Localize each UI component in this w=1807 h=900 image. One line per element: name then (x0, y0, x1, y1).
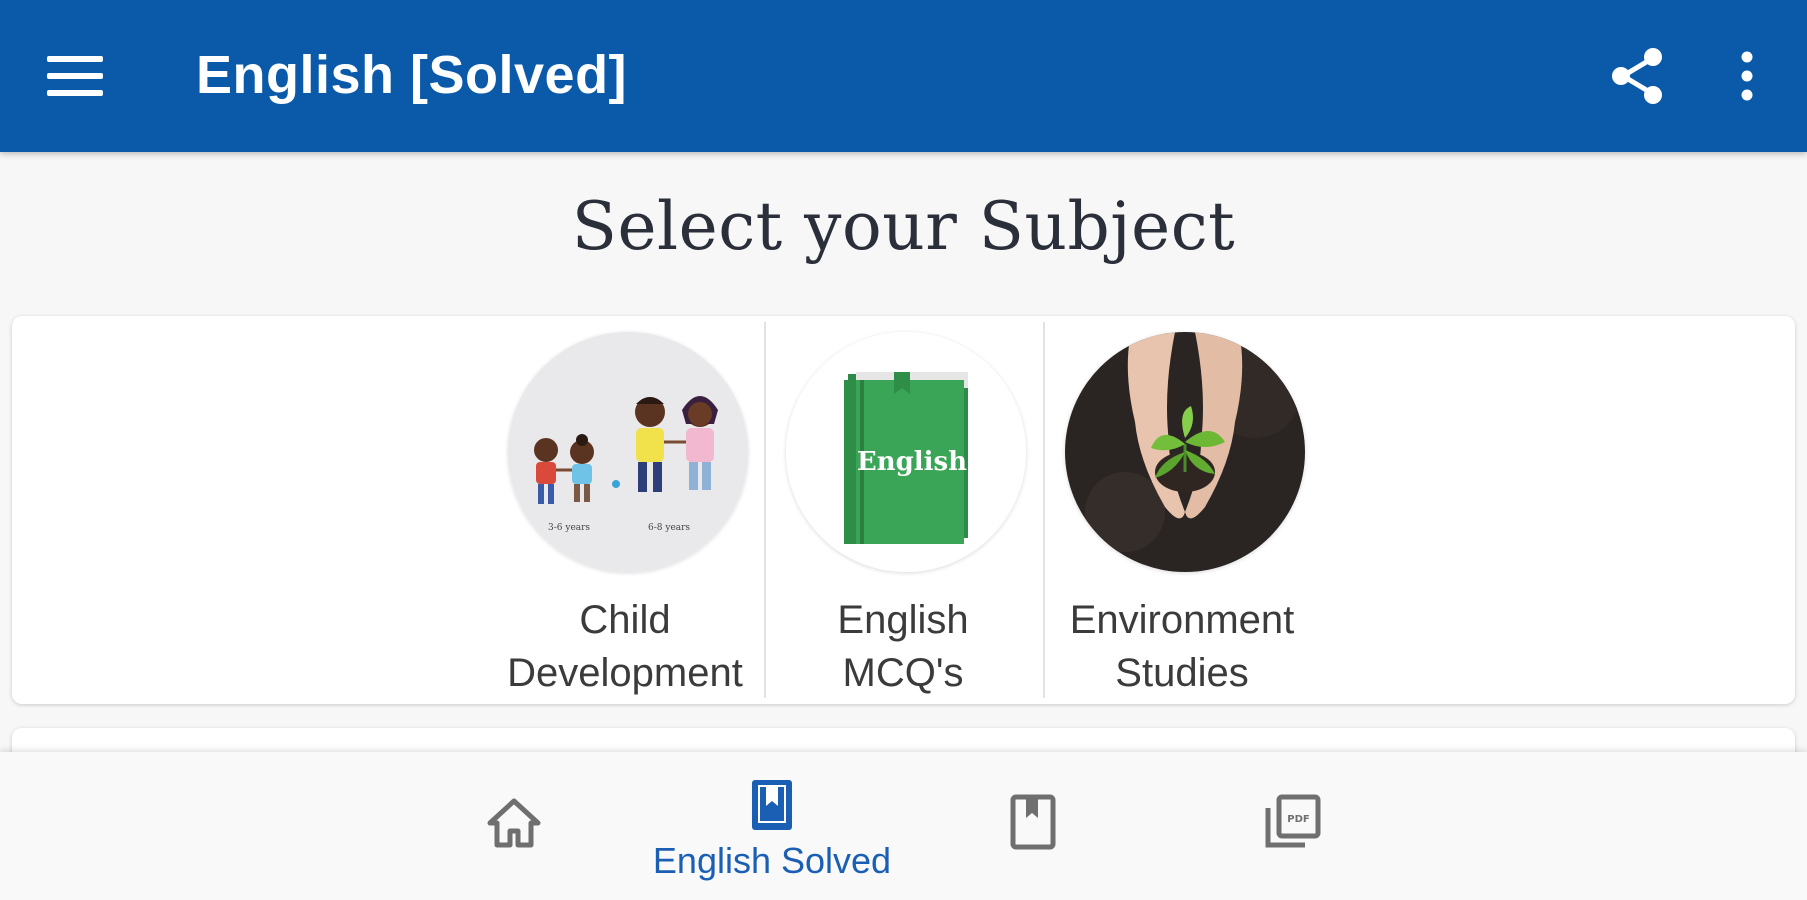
svg-text:3-6 years: 3-6 years (548, 523, 590, 533)
home-icon (487, 798, 541, 848)
child-development-image: 3-6 years 6-8 years (508, 332, 748, 572)
nav-pdf[interactable]: PDF (1222, 752, 1362, 900)
bookmark-book-icon (752, 780, 792, 830)
page-heading: Select your Subject (571, 188, 1236, 265)
more-options-button[interactable] (1712, 36, 1782, 116)
subject-label: English MCQ's (837, 598, 969, 695)
share-button[interactable] (1592, 36, 1682, 116)
subject-child-development[interactable]: 3-6 years 6-8 years Child Development (487, 332, 763, 702)
app-bar: English [Solved] (0, 0, 1807, 152)
share-icon (1612, 48, 1662, 104)
subject-label: Child Development (507, 598, 743, 695)
book-icon (1010, 794, 1056, 850)
subject-english-mcqs[interactable]: English English MCQ's (765, 332, 1041, 702)
environment-image (1065, 332, 1305, 572)
subject-label: Environment Studies (1069, 598, 1295, 695)
nav-english-solved[interactable]: English Solved (632, 752, 912, 900)
svg-text:PDF: PDF (1287, 814, 1309, 825)
hamburger-menu-icon (47, 56, 103, 96)
english-book-image: English (786, 332, 1026, 572)
svg-text:6-8 years: 6-8 years (648, 523, 690, 533)
nav-home[interactable] (444, 752, 584, 900)
bottom-navigation: English Solved PDF (0, 752, 1807, 900)
nav-label-english-solved: English Solved (652, 840, 892, 881)
nav-book[interactable] (963, 752, 1103, 900)
pdf-icon: PDF (1265, 794, 1321, 848)
subject-environment-studies[interactable]: Environment Studies (1044, 332, 1320, 702)
svg-text:English: English (857, 447, 967, 477)
menu-button[interactable] (30, 36, 120, 116)
app-title: English [Solved] (196, 45, 628, 105)
more-vertical-icon (1741, 51, 1753, 101)
